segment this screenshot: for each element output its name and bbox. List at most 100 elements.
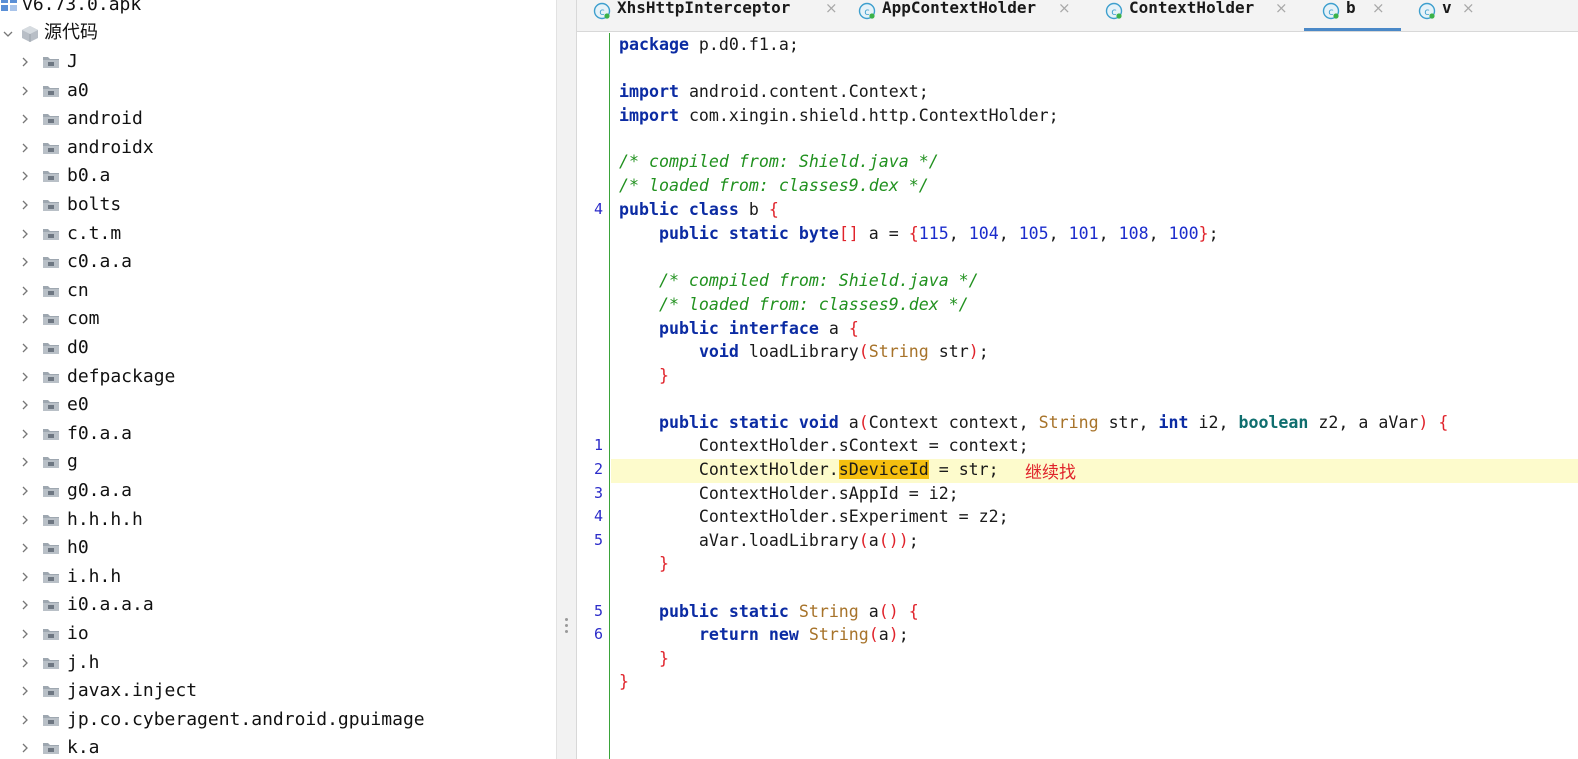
tab-label: v [1442, 0, 1452, 17]
chevron-right-icon[interactable] [20, 171, 30, 181]
tree-item-label: k.a [67, 737, 100, 758]
code-token: a [878, 625, 889, 644]
package-folder-icon [42, 570, 60, 584]
code-token: , [1148, 224, 1169, 243]
line-number-gutter: 4 1 2 3 4 5 5 6 [577, 33, 610, 759]
line-number: 6 [593, 625, 603, 643]
close-icon[interactable]: × [1275, 0, 1288, 17]
chevron-right-icon[interactable] [20, 143, 30, 153]
svg-text:c: c [599, 7, 605, 18]
chevron-right-icon[interactable] [20, 658, 30, 668]
package-folder-icon [42, 84, 60, 98]
chevron-right-icon[interactable] [20, 743, 30, 753]
tree-item-label: b0.a [67, 165, 111, 186]
close-icon[interactable]: × [1462, 0, 1475, 17]
chevron-right-icon[interactable] [20, 57, 30, 67]
splitter-grip-icon[interactable] [565, 618, 569, 640]
package-folder-icon [42, 370, 60, 384]
chevron-right-icon[interactable] [20, 715, 30, 725]
code-token: import [619, 82, 679, 101]
code-line-field: public static byte[] a = {115, 104, 105,… [619, 224, 1219, 244]
package-folder-icon [42, 169, 60, 183]
chevron-right-icon[interactable] [20, 400, 30, 410]
class-icon: c [1105, 2, 1123, 20]
package-folder-icon [42, 227, 60, 241]
code-line-statement: ContextHolder.sContext = context; [619, 436, 1029, 455]
chevron-right-icon[interactable] [20, 457, 30, 467]
code-token: ; [908, 531, 919, 550]
chevron-right-icon[interactable] [20, 372, 30, 382]
code-token: ( [858, 413, 869, 432]
chevron-right-icon[interactable] [20, 515, 30, 525]
chevron-right-icon[interactable] [20, 229, 30, 239]
code-token: ( [868, 625, 879, 644]
code-token: { [768, 200, 779, 219]
chevron-right-icon[interactable] [20, 114, 30, 124]
code-token: a [818, 319, 849, 338]
close-icon[interactable]: × [1058, 0, 1071, 17]
chevron-right-icon[interactable] [20, 314, 30, 324]
chevron-right-icon[interactable] [20, 286, 30, 296]
tree-item-label: cn [67, 280, 89, 301]
package-folder-icon [42, 284, 60, 298]
code-token: 100 [1168, 224, 1199, 243]
code-token: 105 [1018, 224, 1049, 243]
close-icon[interactable]: × [825, 0, 838, 17]
code-token: ; [898, 625, 909, 644]
chevron-right-icon[interactable] [20, 572, 30, 582]
chevron-right-icon[interactable] [20, 686, 30, 696]
code-line-loadlibrary: void loadLibrary(String str); [619, 342, 989, 362]
code-token: ) [1418, 413, 1429, 432]
code-token: b [738, 200, 769, 219]
annotation-note: 继续找 [1025, 463, 1076, 483]
tree-source-label: 源代码 [44, 22, 98, 43]
code-token: int [1158, 413, 1189, 432]
package-folder-icon [42, 513, 60, 527]
tree-item-label: g [67, 451, 78, 472]
code-line-package: package p.d0.f1.a; [619, 35, 799, 55]
package-folder-icon [42, 713, 60, 727]
chevron-right-icon[interactable] [20, 343, 30, 353]
code-token: 108 [1118, 224, 1149, 243]
code-token: } [1198, 224, 1209, 243]
chevron-right-icon[interactable] [20, 629, 30, 639]
chevron-right-icon[interactable] [20, 429, 30, 439]
line-number: 5 [593, 602, 603, 620]
code-comment: /* loaded from: classes9.dex */ [619, 295, 969, 314]
tab-label: b [1346, 0, 1356, 17]
code-token: boolean [1238, 413, 1309, 432]
selected-identifier[interactable]: sDeviceId [838, 460, 929, 479]
package-folder-icon [42, 656, 60, 670]
code-line-close: } [619, 672, 629, 691]
panel-splitter[interactable] [556, 0, 577, 759]
line-number: 3 [593, 484, 603, 502]
code-token: } [658, 554, 669, 573]
code-editor[interactable]: 4 1 2 3 4 5 5 6 package p.d0.f1.a; impor… [577, 33, 1578, 759]
chevron-right-icon[interactable] [20, 86, 30, 96]
chevron-right-icon[interactable] [20, 486, 30, 496]
chevron-right-icon[interactable] [20, 200, 30, 210]
code-token: String [1038, 413, 1099, 432]
tree-item-label: d0 [67, 337, 89, 358]
apk-icon [0, 0, 18, 12]
package-folder-icon [42, 255, 60, 269]
code-token: ) [888, 625, 899, 644]
code-comment: /* compiled from: Shield.java */ [619, 271, 979, 290]
tree-item-label: jp.co.cyberagent.android.gpuimage [67, 709, 425, 730]
code-token: , [1048, 224, 1069, 243]
chevron-right-icon[interactable] [20, 543, 30, 553]
code-token: { [848, 319, 859, 338]
chevron-down-icon[interactable] [3, 29, 13, 39]
code-token: 104 [968, 224, 999, 243]
chevron-right-icon[interactable] [20, 600, 30, 610]
code-token: String [808, 625, 869, 644]
chevron-right-icon[interactable] [20, 257, 30, 267]
close-icon[interactable]: × [1372, 0, 1385, 17]
code-line-statement: ContextHolder.sExperiment = z2; [619, 507, 1009, 526]
code-line-import: import com.xingin.shield.http.ContextHol… [619, 106, 1059, 126]
code-token: String [798, 602, 859, 621]
